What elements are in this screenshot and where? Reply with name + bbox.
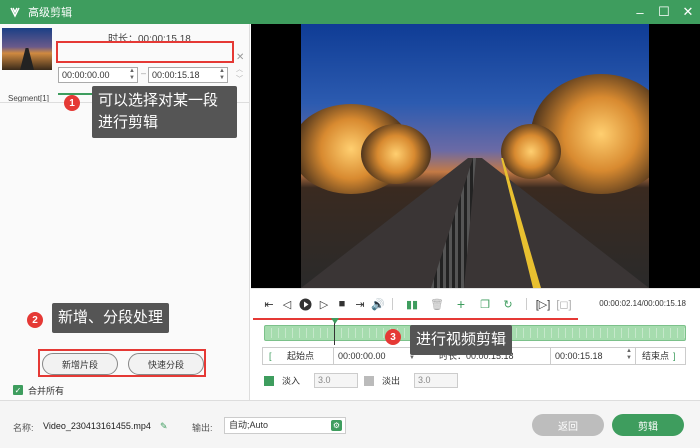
name-label: 名称: [13, 423, 34, 433]
buttons-highlight [38, 349, 206, 377]
remove-segment-icon[interactable]: ✕ [236, 52, 244, 63]
move-down-icon[interactable]: ﹀ [236, 74, 243, 84]
crop-icon[interactable]: [◻] [556, 297, 571, 311]
fade-out-value[interactable]: 3.0 [414, 373, 458, 388]
fade-in-label: 淡入 [282, 376, 301, 386]
close-icon[interactable]: ✕ [676, 0, 700, 24]
stop-icon[interactable]: ■ [335, 297, 349, 311]
reset-icon[interactable]: ↻ [501, 297, 515, 311]
bottom-bar: 名称: Video_230413161455.mp4 ✎ 输出: 自动;Auto… [0, 400, 700, 448]
output-select[interactable]: 自动;Auto ⚙ [224, 417, 346, 434]
add-icon[interactable]: + [454, 296, 468, 312]
fade-out-label: 淡出 [382, 376, 401, 386]
end-point-button[interactable]: 结束点 [635, 348, 671, 364]
fade-out-checkbox[interactable] [364, 375, 374, 386]
segment-thumbnail[interactable] [2, 28, 52, 70]
split-icon[interactable]: ▮▮ [405, 297, 419, 311]
end-time-field[interactable]: 00:00:15.18 ▲ ▼ [550, 348, 634, 364]
fade-in-value[interactable]: 3.0 [314, 373, 358, 388]
segment-panel: 时长：00:00:15.18 00:00:00.00 ▲ ▼ – 00:00:15… [0, 24, 250, 400]
fade-out-toggle[interactable]: 淡出 [364, 374, 400, 387]
gear-icon[interactable]: ⚙ [331, 420, 342, 431]
output-label: 输出: [192, 423, 213, 433]
time-readout: 00:00:02.14/00:00:15.18 [599, 299, 686, 308]
video-preview[interactable] [251, 24, 700, 288]
time-dash: – [141, 68, 147, 78]
maximize-icon[interactable]: ☐ [652, 0, 676, 24]
divider [392, 298, 393, 310]
callout-3: 进行视频剪辑 [410, 325, 513, 355]
move-up-icon[interactable]: ︿ [236, 64, 243, 74]
delete-icon[interactable]: 🗑 [430, 297, 444, 311]
volume-icon[interactable]: 🔊 [371, 297, 385, 311]
end-bracket-icon[interactable]: ] [673, 348, 676, 364]
callout-1: 可以选择对某一段进行剪辑 [92, 86, 237, 138]
edit-name-icon[interactable]: ✎ [160, 421, 168, 432]
title-bar: 高级剪辑 – ☐ ✕ [0, 0, 700, 24]
copy-icon[interactable]: ❐ [478, 297, 492, 311]
callout-badge-3: 3 [385, 329, 401, 345]
prev-frame-icon[interactable]: ◁ [280, 297, 294, 311]
mark-out-icon[interactable]: ⇥ [353, 297, 367, 311]
merge-all-label: 合并所有 [28, 386, 65, 396]
segment-end-field[interactable]: 00:00:15.18 ▲ ▼ [148, 67, 228, 83]
play-icon[interactable] [298, 297, 312, 311]
app-logo-icon [8, 5, 22, 19]
cut-button[interactable]: 剪辑 [612, 414, 684, 436]
callout-badge-1: 1 [64, 95, 80, 111]
window-title: 高级剪辑 [28, 7, 72, 19]
playhead-handle-icon[interactable] [331, 318, 339, 324]
video-frame [301, 24, 649, 288]
merge-all-checkbox[interactable]: ✓ [13, 385, 23, 395]
playback-controls: ⇤ ◁ ▷ ■ ⇥ 🔊 ▮▮ 🗑 + ❐ ↻ [▷] [◻] 00:00:02.… [251, 288, 700, 318]
callout-2: 新增、分段处理 [52, 303, 170, 333]
fade-in-toggle[interactable]: 淡入 [264, 374, 300, 387]
preview-icon[interactable]: [▷] [536, 297, 551, 311]
mark-in-icon[interactable]: ⇤ [262, 297, 276, 311]
file-name: Video_230413161455.mp4 [43, 421, 151, 431]
next-frame-icon[interactable]: ▷ [317, 297, 331, 311]
divider [526, 298, 527, 310]
end-spinner-icon[interactable]: ▲ ▼ [219, 68, 225, 82]
minimize-icon[interactable]: – [628, 0, 652, 24]
callout-badge-2: 2 [27, 312, 43, 328]
back-button[interactable]: 返回 [532, 414, 604, 436]
start-point-button[interactable]: 起始点 [287, 348, 314, 364]
end-spinner-icon[interactable]: ▲ ▼ [626, 348, 632, 362]
time-range-highlight [56, 41, 234, 63]
start-spinner-icon[interactable]: ▲▼ [129, 68, 135, 82]
fade-in-checkbox[interactable] [264, 375, 274, 386]
segment-start-field[interactable]: 00:00:00.00 ▲ ▼ [58, 67, 138, 83]
start-bracket-icon[interactable]: [ [269, 348, 272, 364]
start-time-field[interactable]: 00:00:00.00 ▲▼ [333, 348, 417, 364]
